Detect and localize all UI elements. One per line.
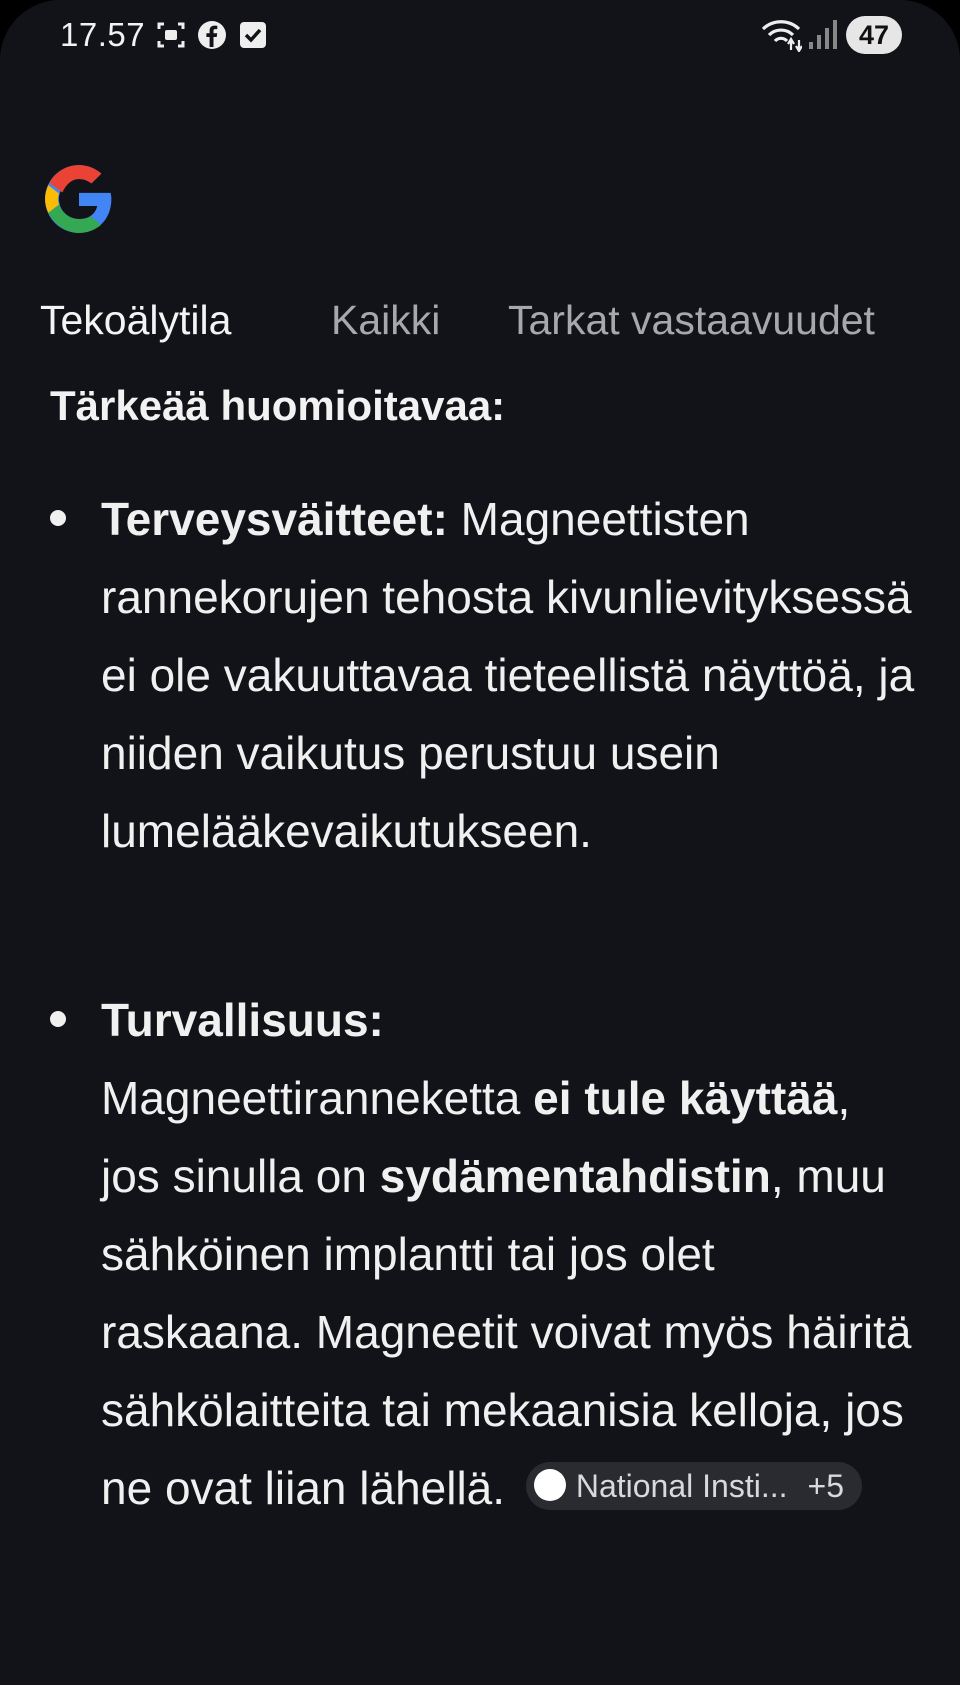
tab-exact-matches[interactable]: Tarkat vastaavuudet — [508, 290, 875, 350]
search-mode-tabs: Tekoälytila Kaikki Tarkat vastaavuudet — [0, 290, 960, 350]
bullet-text: , muu sähköinen implantti tai jos olet r… — [101, 1150, 912, 1514]
nih-favicon-icon — [533, 1469, 566, 1502]
status-time: 17.57 — [60, 16, 146, 53]
source-chip[interactable]: National Insti... +5 — [525, 1461, 862, 1510]
screen: 17.57 47 Tekoälytila Kaikki Tarkat vasta… — [0, 0, 960, 1685]
source-chip-more: +5 — [807, 1467, 844, 1504]
bullet-emphasis: sydämentahdistin — [379, 1150, 771, 1202]
status-bar: 17.57 47 — [0, 0, 960, 70]
list-item-health-claims: Terveysväitteet: Magneettisten rannekoru… — [101, 480, 921, 870]
google-logo-icon[interactable] — [42, 162, 116, 236]
bullet-text: Magneettisten rannekorujen tehosta kivun… — [101, 493, 915, 857]
bullet-title: Terveysväitteet: — [101, 493, 448, 545]
checkbox-icon — [240, 22, 266, 48]
battery-indicator: 47 — [846, 16, 902, 54]
source-chip-label: National Insti... — [575, 1467, 788, 1504]
bullet-dot — [50, 1011, 66, 1027]
facebook-icon — [198, 21, 226, 49]
section-heading: Tärkeää huomioitavaa: — [50, 382, 506, 429]
screenshot-icon — [157, 22, 185, 48]
wifi-icon — [761, 20, 802, 52]
tab-all[interactable]: Kaikki — [331, 290, 440, 350]
bullet-emphasis: ei tule käyttää — [533, 1072, 838, 1124]
bullet-dot — [50, 510, 66, 526]
signal-icon — [809, 20, 837, 49]
list-item-safety: Turvallisuus: Magneettiranneketta ei tul… — [101, 981, 921, 1527]
tab-ai-mode[interactable]: Tekoälytila — [40, 290, 231, 350]
bullet-title: Turvallisuus: — [101, 994, 384, 1046]
bullet-text: Magneettiranneketta — [101, 1072, 521, 1124]
